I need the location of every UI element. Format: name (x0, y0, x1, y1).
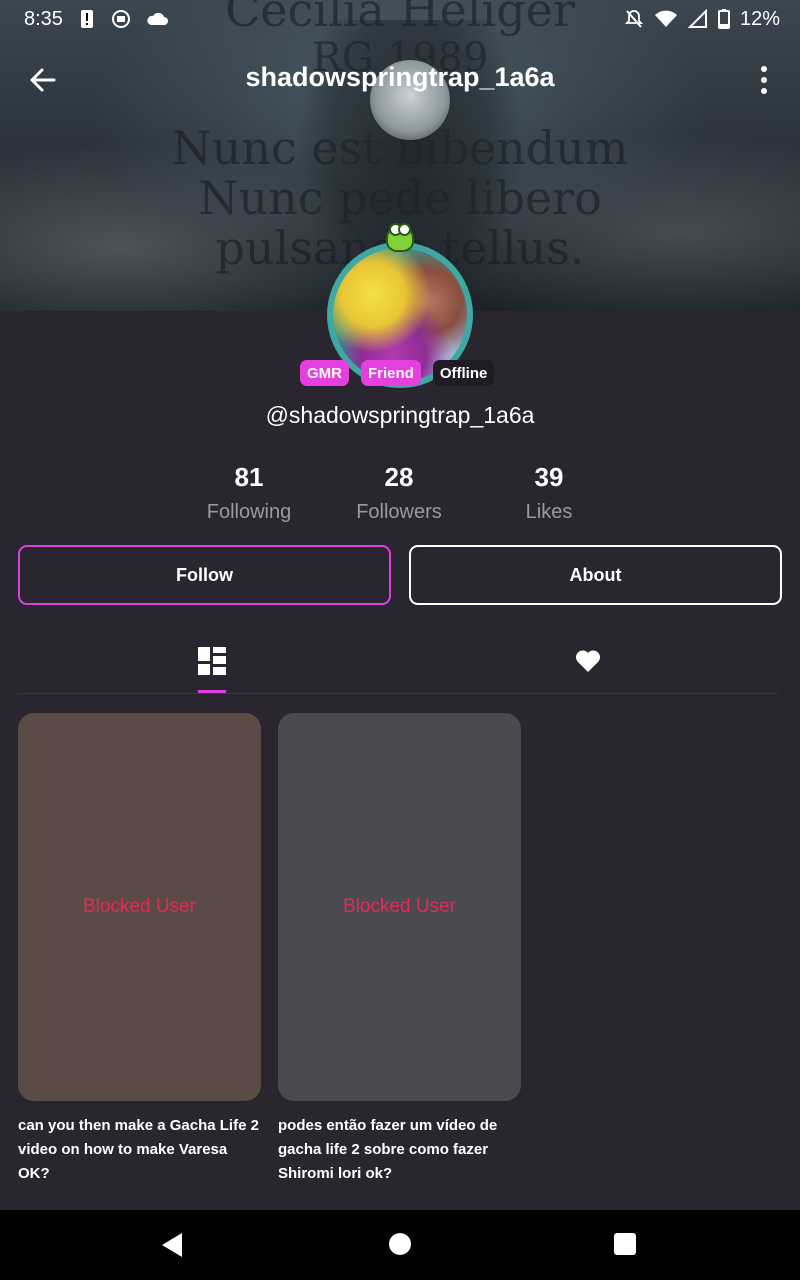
following-stat[interactable]: 81 Following (179, 462, 319, 524)
nav-home-icon[interactable] (389, 1233, 411, 1255)
nav-recents-icon[interactable] (614, 1233, 636, 1255)
cast-icon (111, 10, 130, 28)
likes-label: Likes (525, 501, 573, 523)
status-bar: 8:35 12% (0, 0, 800, 38)
followers-count: 28 (384, 462, 414, 492)
more-vert-icon (761, 66, 767, 72)
post-card[interactable]: Blocked User (18, 713, 261, 1101)
cloud-icon (147, 12, 168, 25)
follow-button[interactable]: Follow (18, 545, 391, 605)
notifications-off-icon (624, 10, 644, 28)
profile-badges: GMR Friend Offline (300, 360, 495, 386)
status-badge: Offline (432, 360, 495, 386)
signal-icon (687, 9, 707, 28)
frog-icon (386, 223, 414, 252)
battery-icon (717, 9, 730, 29)
active-tab-indicator (198, 690, 226, 693)
about-button[interactable]: About (409, 545, 782, 605)
back-button[interactable] (22, 62, 62, 98)
battery-percent: 12% (739, 7, 780, 30)
system-nav-bar (0, 1210, 800, 1280)
followers-stat[interactable]: 28 Followers (329, 462, 469, 524)
followers-label: Followers (356, 501, 442, 523)
arrow-back-icon (30, 68, 56, 92)
following-label: Following (206, 501, 292, 523)
blocked-user-label: Blocked User (83, 896, 196, 917)
gmr-badge: GMR (300, 360, 349, 386)
top-app-bar: shadowspringtrap_1a6a (0, 50, 800, 110)
page-title: shadowspringtrap_1a6a (245, 62, 555, 92)
likes-count: 39 (534, 462, 564, 492)
alert-icon (80, 10, 93, 28)
friend-badge: Friend (361, 360, 421, 386)
post-card[interactable]: Blocked User (278, 713, 521, 1101)
username-handle: @shadowspringtrap_1a6a (265, 402, 535, 428)
tab-likes[interactable] (562, 628, 614, 694)
blocked-user-label: Blocked User (343, 896, 456, 917)
post-caption: can you then make a Gacha Life 2 video o… (18, 1117, 259, 1182)
wifi-icon (654, 10, 677, 27)
nav-back-icon[interactable] (160, 1232, 184, 1258)
more-options-button[interactable] (748, 62, 780, 98)
heart-icon (575, 650, 601, 672)
post-caption: podes então fazer um vídeo de gacha life… (278, 1117, 498, 1182)
following-count: 81 (234, 462, 264, 492)
grid-icon (198, 647, 226, 675)
tab-posts[interactable] (186, 628, 238, 694)
status-time: 8:35 (24, 7, 63, 30)
content-tabs (18, 628, 778, 694)
likes-stat: 39 Likes (479, 462, 619, 524)
